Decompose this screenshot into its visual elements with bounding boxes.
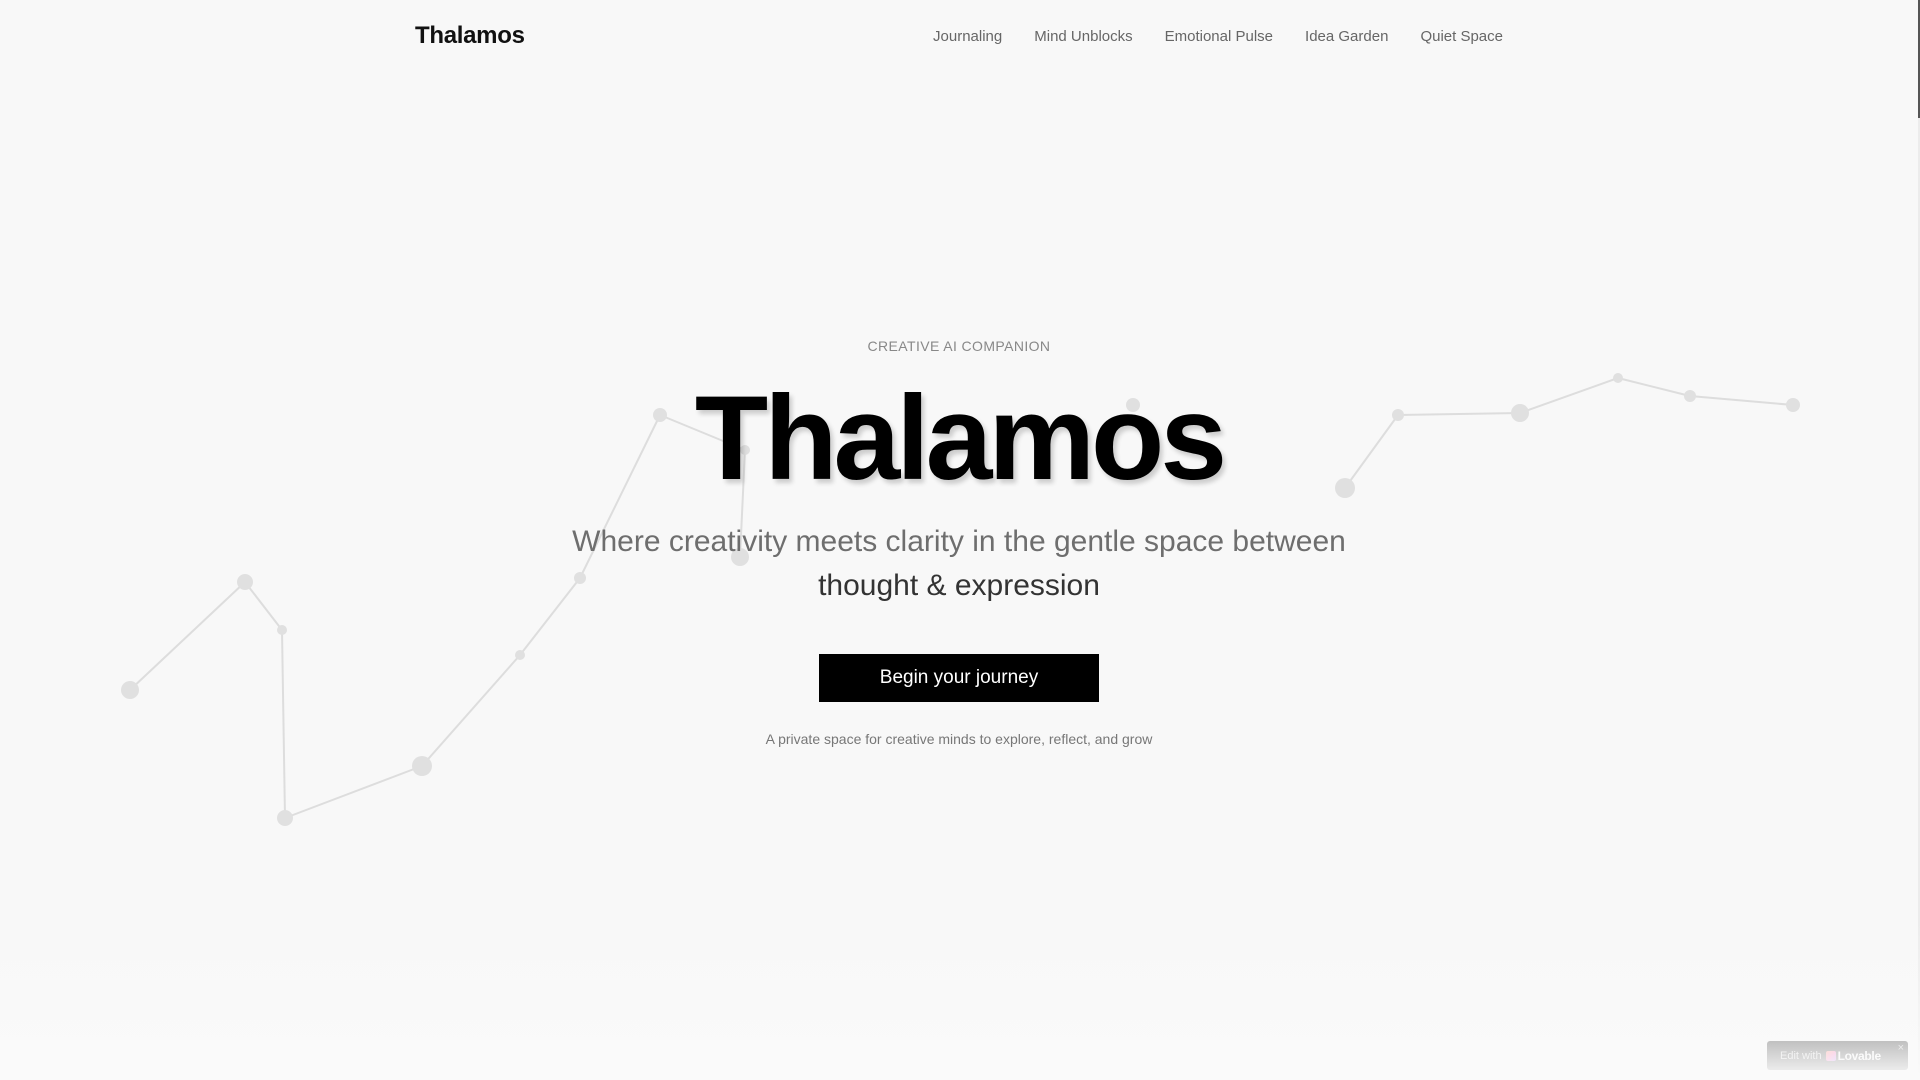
edit-with-lovable-badge[interactable]: Edit with Lovable ×	[1767, 1041, 1908, 1070]
hero-sub-note: A private space for creative minds to ex…	[765, 731, 1153, 747]
nav-quiet-space[interactable]: Quiet Space	[1420, 28, 1503, 45]
badge-brand: Lovable	[1837, 1048, 1882, 1063]
begin-journey-button[interactable]: Begin your journey	[819, 654, 1099, 702]
tagline-line-1: Where creativity meets clarity in the ge…	[572, 525, 1346, 558]
site-header: Thalamos Journaling Mind Unblocks Emotio…	[415, 0, 1503, 72]
tagline-line-2: thought & expression	[818, 569, 1100, 602]
nav-emotional-pulse[interactable]: Emotional Pulse	[1165, 28, 1273, 45]
lovable-heart-icon	[1825, 1050, 1836, 1061]
brand-logo[interactable]: Thalamos	[415, 22, 525, 50]
nav-idea-garden[interactable]: Idea Garden	[1305, 28, 1388, 45]
landing-page: Thalamos Journaling Mind Unblocks Emotio…	[0, 0, 1920, 1080]
nav-journaling[interactable]: Journaling	[933, 28, 1002, 45]
nav-mind-unblocks[interactable]: Mind Unblocks	[1034, 28, 1132, 45]
hero-eyebrow: CREATIVE AI COMPANION	[867, 338, 1051, 354]
main-nav: Journaling Mind Unblocks Emotional Pulse…	[933, 28, 1503, 45]
badge-prefix: Edit with	[1780, 1049, 1822, 1062]
close-icon[interactable]: ×	[1898, 1042, 1904, 1054]
hero-title: Thalamos	[694, 371, 1227, 505]
hero-tagline: Where creativity meets clarity in the ge…	[0, 520, 1918, 608]
hero-section: CREATIVE AI COMPANION Thalamos Where cre…	[0, 338, 1918, 747]
